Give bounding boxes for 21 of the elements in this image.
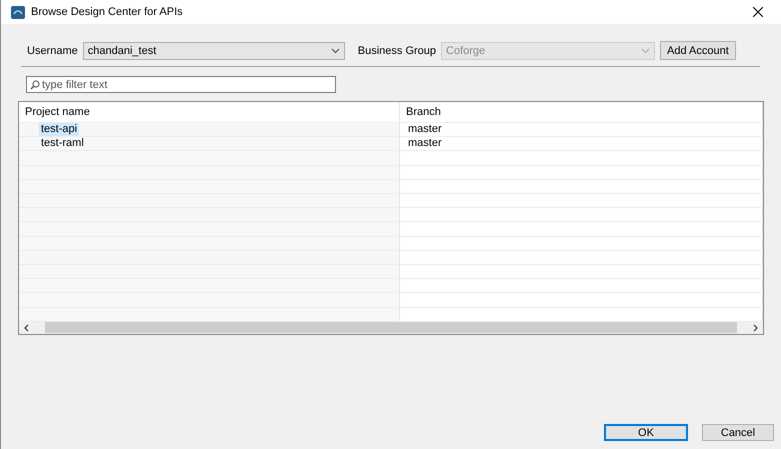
filter-field[interactable]: type filter text bbox=[26, 76, 336, 93]
project-name[interactable]: test-api bbox=[39, 123, 80, 136]
dialog-button[interactable]: Cancel bbox=[702, 424, 774, 441]
add-account-button[interactable]: Add Account bbox=[660, 41, 736, 60]
branch-name: master bbox=[407, 123, 443, 136]
search-icon bbox=[30, 80, 40, 90]
scroll-right-icon[interactable] bbox=[751, 324, 759, 332]
close-icon[interactable] bbox=[753, 7, 763, 17]
username-label: Username bbox=[27, 44, 78, 56]
app-icon bbox=[11, 6, 25, 18]
dialog-button[interactable]: OK bbox=[604, 424, 688, 441]
column-header[interactable]: Project name bbox=[19, 102, 400, 122]
username-dropdown[interactable]: chandani_test bbox=[82, 42, 345, 60]
business-group-label: Business Group bbox=[358, 44, 436, 56]
caret-icon bbox=[641, 48, 650, 54]
caret-icon bbox=[330, 48, 340, 54]
column-header[interactable]: Branch bbox=[400, 102, 763, 122]
scroll-left-icon[interactable] bbox=[23, 324, 31, 332]
window-title: Browse Design Center for APIs bbox=[31, 6, 183, 18]
project-name[interactable]: test-raml bbox=[39, 137, 86, 150]
branch-name: master bbox=[407, 137, 443, 150]
